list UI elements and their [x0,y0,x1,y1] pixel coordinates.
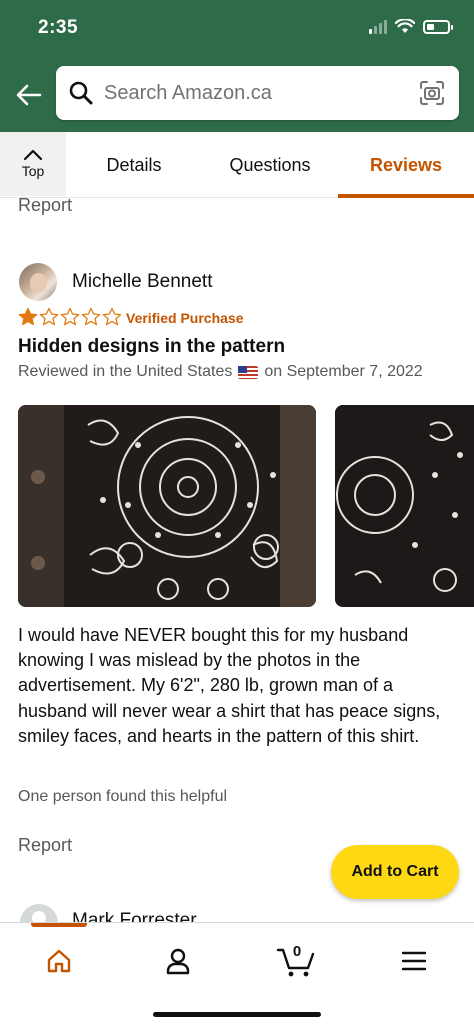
review-image[interactable] [18,405,316,607]
bandana-pattern-photo [335,405,474,607]
tab-questions[interactable]: Questions [218,132,322,198]
search-icon [69,81,93,105]
avatar [19,263,57,301]
profile-icon [166,948,190,975]
helpful-count: One person found this helpful [18,788,228,805]
review-image[interactable] [335,405,474,607]
active-tab-indicator [31,923,87,927]
star-filled-icon [18,307,38,326]
report-link[interactable]: Report [18,195,72,216]
star-empty-icon [39,307,59,326]
app-header: 2:35 Search Amazon.ca [0,0,474,132]
nav-cart[interactable]: 0 [268,939,324,983]
chevron-up-icon [23,149,43,161]
nav-profile[interactable] [150,939,206,983]
review-meta: Reviewed in the United States on Septemb… [18,363,423,381]
bandana-pattern-photo [18,405,316,607]
star-rating [18,307,122,327]
verified-purchase-badge: Verified Purchase [126,310,244,326]
top-label: Top [21,163,45,179]
camera-scan-icon[interactable] [419,80,445,106]
hamburger-menu-icon [401,951,427,971]
report-link[interactable]: Report [18,835,72,856]
add-to-cart-button[interactable]: Add to Cart [331,845,459,899]
battery-icon [423,19,453,34]
review-location: Reviewed in the United States [18,363,233,380]
section-tabs: Top Details Questions Reviews [0,132,474,198]
cart-count: 0 [292,943,302,960]
back-arrow-icon [16,84,42,106]
back-button[interactable] [12,78,46,112]
home-icon [47,949,71,973]
scroll-to-top-button[interactable]: Top [0,132,66,196]
bottom-nav: 0 [0,922,474,1026]
review-date: on September 7, 2022 [264,363,423,380]
status-icons [369,19,453,34]
reviewer-name[interactable]: Michelle Bennett [72,271,212,293]
search-placeholder: Search Amazon.ca [104,82,272,104]
us-flag-icon [238,365,259,379]
home-indicator [153,1012,321,1017]
search-input[interactable]: Search Amazon.ca [56,66,459,120]
tab-details[interactable]: Details [90,132,178,198]
nav-menu[interactable] [386,939,442,983]
star-empty-icon [102,307,122,326]
cellular-signal-icon [369,19,387,34]
status-time: 2:35 [38,17,79,38]
review-title: Hidden designs in the pattern [18,336,286,357]
tab-reviews[interactable]: Reviews [338,132,474,198]
star-empty-icon [60,307,80,326]
wifi-icon [395,19,415,33]
star-empty-icon [81,307,101,326]
review-body: I would have NEVER bought this for my hu… [18,625,441,746]
nav-home[interactable] [31,939,87,983]
